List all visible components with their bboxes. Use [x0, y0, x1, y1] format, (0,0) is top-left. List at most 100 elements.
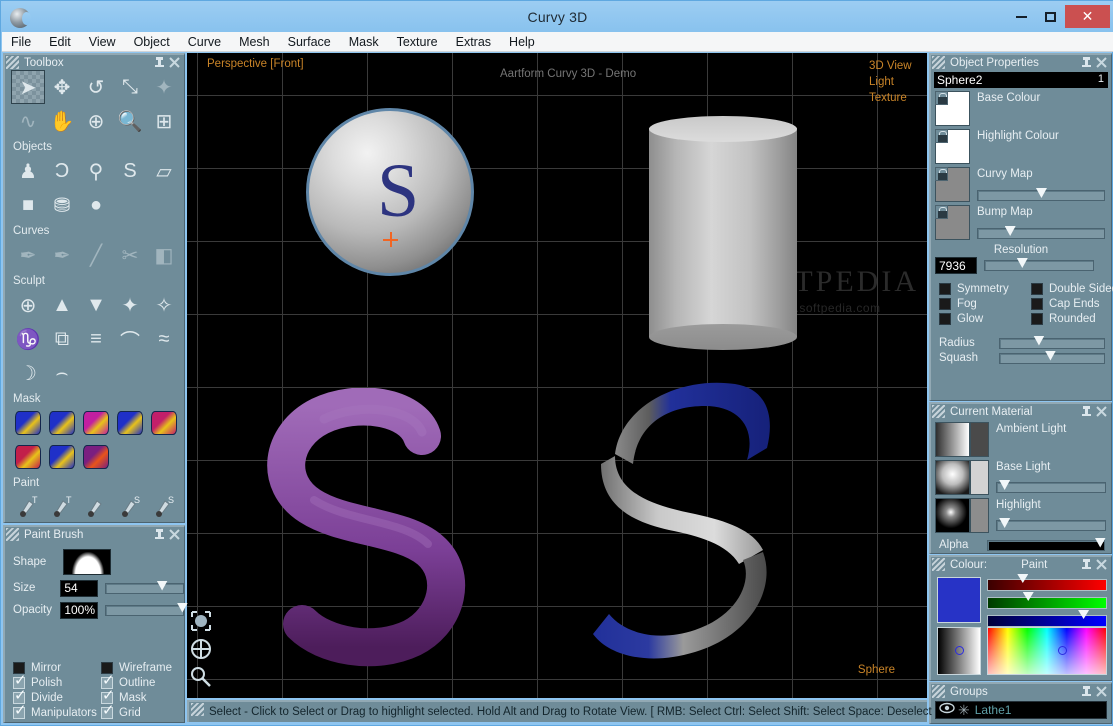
lathe-object-tool[interactable]: ♟ [11, 154, 45, 188]
raise-sculpt-tool[interactable]: ▲ [45, 288, 79, 322]
material-colour-swatch[interactable] [970, 498, 989, 533]
mask-band-icon[interactable] [113, 406, 147, 440]
lower-sculpt-tool[interactable]: ▼ [79, 288, 113, 322]
pinch-sculpt-tool[interactable]: ✧ [147, 288, 181, 322]
property-slider[interactable] [977, 226, 1105, 239]
panel-grip-icon[interactable] [6, 528, 19, 541]
viewport-tab-light[interactable]: Light [869, 74, 925, 90]
hue-saturation-picker[interactable] [987, 627, 1107, 675]
checkbox-grid[interactable]: Grid [101, 703, 189, 719]
material-colour-swatch[interactable] [970, 422, 989, 457]
sphere-object[interactable]: S [306, 108, 474, 276]
menu-item-extras[interactable]: Extras [447, 32, 500, 52]
menu-item-mesh[interactable]: Mesh [230, 32, 279, 52]
ribbon-s-object[interactable] [587, 368, 797, 668]
paint-smudge-icon[interactable] [79, 490, 113, 524]
menu-item-edit[interactable]: Edit [40, 32, 80, 52]
pin-icon[interactable] [153, 56, 166, 69]
lock-icon[interactable] [935, 129, 948, 143]
panel-grip-icon[interactable] [932, 685, 945, 698]
property-swatch-curvy-map[interactable] [935, 167, 970, 202]
close-icon[interactable] [168, 528, 181, 541]
sphere-primitive-tool[interactable]: ● [79, 188, 113, 222]
paint-airbrush-texture-icon[interactable]: T [45, 490, 79, 524]
menu-item-file[interactable]: File [2, 32, 40, 52]
paint-brush-surface-icon[interactable]: S [113, 490, 147, 524]
cylinder-primitive-tool[interactable]: ⛃ [45, 188, 79, 222]
object-name-input[interactable]: Sphere2 [934, 72, 1108, 88]
new-page-tool[interactable]: ⊞ [147, 104, 181, 138]
panel-grip-icon[interactable] [932, 558, 945, 571]
cut-curve-tool[interactable]: ✂ [113, 238, 147, 272]
mask-gradient-icon[interactable] [45, 440, 79, 474]
property-swatch-base-colour[interactable] [935, 91, 970, 126]
extrude-curve-tool[interactable]: ◧ [147, 238, 181, 272]
menu-item-mask[interactable]: Mask [340, 32, 388, 52]
lock-icon[interactable] [935, 167, 948, 181]
menu-item-surface[interactable]: Surface [279, 32, 340, 52]
resolution-slider[interactable] [984, 258, 1094, 271]
checkbox-fog[interactable]: Fog [939, 298, 1031, 310]
select-tool[interactable]: ➤ [11, 70, 45, 104]
mask-split-icon[interactable] [79, 440, 113, 474]
material-thumb-base-light[interactable] [935, 460, 970, 495]
material-slider[interactable] [996, 480, 1106, 493]
minimize-button[interactable] [1007, 6, 1036, 27]
checkbox-symmetry[interactable]: Symmetry [939, 283, 1031, 295]
edit-curve-tool[interactable]: ✒ [45, 238, 79, 272]
scale-tool[interactable]: ⤡ [113, 70, 147, 104]
3d-viewport[interactable]: SOFTPEDIA www.softpedia.com S Perspectiv… [187, 53, 927, 698]
cube-primitive-tool[interactable]: ■ [11, 188, 45, 222]
material-slider[interactable] [996, 518, 1106, 531]
checkbox-rounded[interactable]: Rounded [1031, 313, 1113, 325]
maximize-button[interactable] [1036, 6, 1065, 27]
frame-selection-icon[interactable] [189, 609, 213, 633]
arch-sculpt-tool[interactable]: ⌒ [113, 322, 147, 356]
green-channel-slider[interactable] [987, 592, 1107, 609]
close-icon[interactable] [1095, 405, 1108, 418]
rotate-tool[interactable]: ↺ [79, 70, 113, 104]
deform-tool[interactable]: ✦ [147, 70, 181, 104]
twist-sculpt-tool[interactable]: ♑ [11, 322, 45, 356]
brush-opacity-input[interactable]: 100% [60, 601, 99, 619]
curve-object-tool[interactable]: Ɔ [45, 154, 79, 188]
close-icon[interactable] [1095, 558, 1108, 571]
inflate-sculpt-tool[interactable]: ⊕ [11, 288, 45, 322]
close-button[interactable]: ✕ [1065, 5, 1110, 28]
material-thumb-ambient-light[interactable] [935, 422, 970, 457]
zoom-tool[interactable]: 🔍 [113, 104, 147, 138]
material-colour-swatch[interactable] [970, 460, 989, 495]
panel-grip-icon[interactable] [191, 703, 204, 716]
bell-curve-brush-icon[interactable] [63, 549, 111, 575]
checkbox-cap-ends[interactable]: Cap Ends [1031, 298, 1113, 310]
orbit-center-icon[interactable] [189, 637, 213, 661]
mirror-sculpt-tool[interactable]: ⧉ [45, 322, 79, 356]
alpha-slider[interactable] [987, 537, 1106, 551]
property-slider[interactable] [977, 188, 1105, 201]
blue-channel-slider[interactable] [987, 610, 1107, 627]
draw-curve-tool[interactable]: ╱ [79, 238, 113, 272]
flatten-sculpt-tool[interactable]: ≡ [79, 322, 113, 356]
panel-grip-icon[interactable] [6, 56, 19, 69]
move-tool[interactable]: ✥ [45, 70, 79, 104]
eye-icon[interactable] [939, 701, 955, 719]
mask-moon-icon[interactable] [45, 406, 79, 440]
mask-half-icon[interactable] [147, 406, 181, 440]
checkbox-double-sided[interactable]: Double Sided [1031, 283, 1113, 295]
menu-item-curve[interactable]: Curve [179, 32, 230, 52]
menu-item-texture[interactable]: Texture [388, 32, 447, 52]
pin-icon[interactable] [153, 528, 166, 541]
half-sculpt-tool[interactable]: ☽ [11, 356, 45, 390]
checkbox-glow[interactable]: Glow [939, 313, 1031, 325]
viewport-tab-3d-view[interactable]: 3D View [869, 58, 925, 74]
shape-slider[interactable] [998, 350, 1105, 364]
property-swatch-bump-map[interactable] [935, 205, 970, 240]
paint-brush-texture-icon[interactable]: T [11, 490, 45, 524]
spread-sculpt-tool[interactable]: ✦ [113, 288, 147, 322]
property-swatch-highlight-colour[interactable] [935, 129, 970, 164]
panel-grip-icon[interactable] [932, 405, 945, 418]
shape-slider[interactable] [998, 335, 1105, 349]
paint-airbrush-surface-icon[interactable]: S [147, 490, 181, 524]
mask-radial-icon[interactable] [11, 440, 45, 474]
group-list-item[interactable]: ✳ Lathe1 [935, 701, 1107, 719]
